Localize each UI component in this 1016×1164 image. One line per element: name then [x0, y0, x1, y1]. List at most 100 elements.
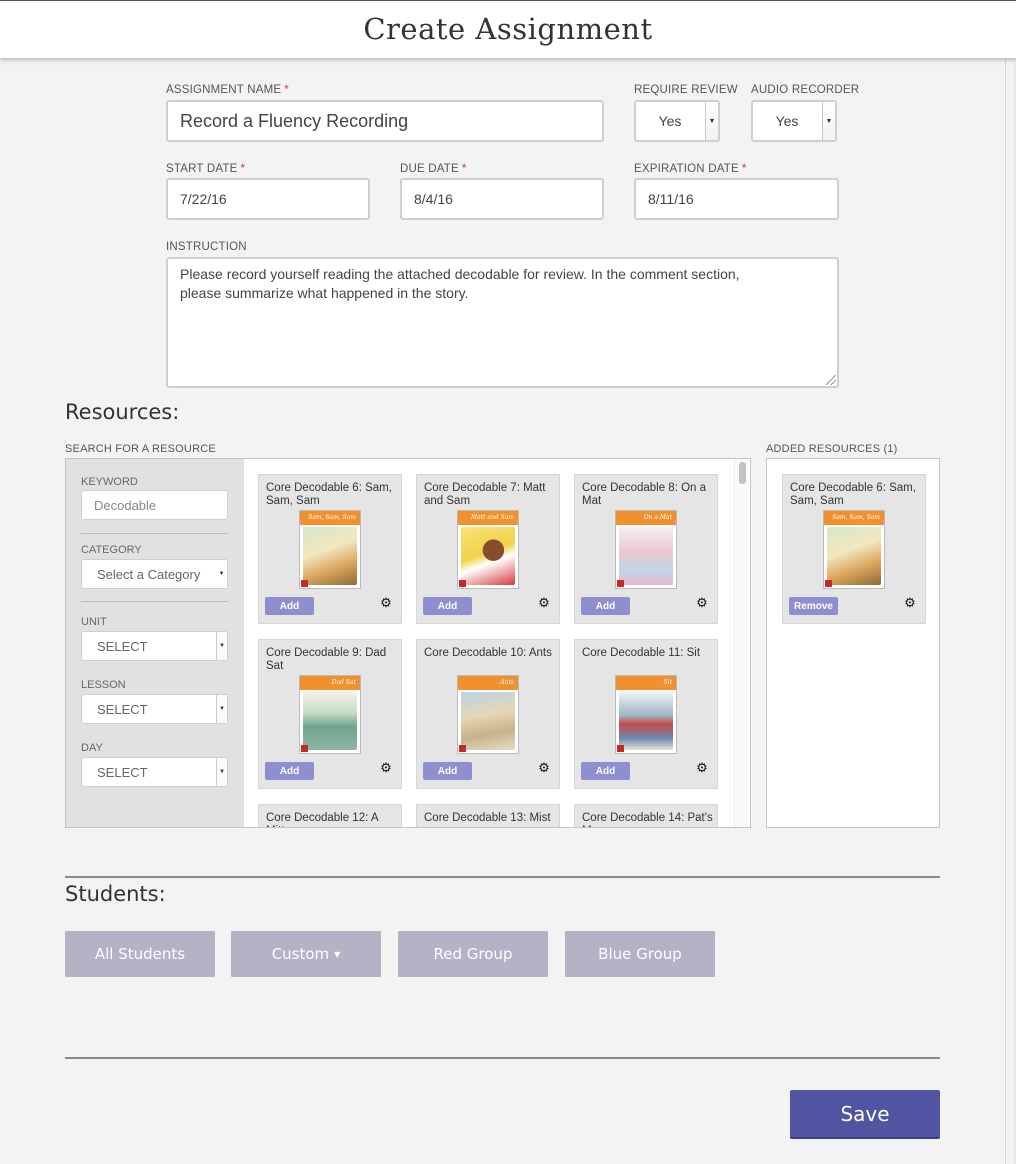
page-title: Create Assignment — [363, 12, 653, 46]
require-review-select[interactable]: Yes ▼ — [634, 100, 720, 142]
chevron-down-icon: ▼ — [216, 632, 227, 660]
add-resource-button[interactable]: Add — [423, 597, 472, 615]
added-resource-card: Core Decodable 6: Sam, Sam, Sam Sam, Sam… — [782, 474, 926, 624]
resource-card-title: Core Decodable 11: Sit — [582, 647, 701, 659]
publisher-logo — [301, 745, 308, 752]
page-header: Create Assignment — [0, 0, 1016, 58]
instruction-label: INSTRUCTION — [166, 241, 247, 253]
filter-divider — [81, 533, 228, 534]
lesson-select[interactable]: SELECT ▼ — [81, 694, 228, 724]
gear-icon[interactable]: ⚙ — [695, 761, 709, 775]
category-select[interactable]: Select a Category ▼ — [81, 559, 228, 589]
unit-label: UNIT — [81, 616, 107, 628]
day-value: SELECT — [97, 764, 148, 780]
resource-card-title: Core Decodable 9: Dad Sat — [266, 647, 387, 672]
search-resource-label: SEARCH FOR A RESOURCE — [65, 443, 216, 455]
resource-card: Core Decodable 14: Pat's Map — [574, 804, 718, 827]
instruction-line: Please record yourself reading the attac… — [180, 266, 740, 282]
gear-icon[interactable]: ⚙ — [537, 596, 551, 610]
audio-recorder-value: Yes — [775, 113, 799, 129]
resource-card-title: Core Decodable 6: Sam, Sam, Sam — [266, 482, 392, 507]
chevron-down-icon: ▼ — [216, 560, 227, 588]
added-resources-panel: Core Decodable 6: Sam, Sam, Sam Sam, Sam… — [766, 458, 940, 828]
unit-select[interactable]: SELECT ▼ — [81, 631, 228, 661]
red-group-label: Red Group — [433, 945, 513, 963]
require-review-value: Yes — [658, 113, 682, 129]
start-date-input[interactable]: 7/22/16 — [166, 178, 370, 220]
book-cover-image: Sam, Sam, Sam — [299, 510, 361, 589]
caret-down-icon: ▼ — [334, 949, 341, 959]
assignment-name-label: ASSIGNMENT NAME * — [166, 84, 289, 96]
add-resource-button[interactable]: Add — [581, 762, 630, 780]
due-date-input[interactable]: 8/4/16 — [400, 178, 604, 220]
resource-card: Core Decodable 10: Ants Ants Add ⚙ — [416, 639, 560, 789]
resource-card: Core Decodable 7: Matt and Sam Matt and … — [416, 474, 560, 624]
all-students-button[interactable]: All Students — [65, 931, 215, 977]
cover-art — [303, 692, 357, 750]
keyword-input[interactable]: Decodable — [81, 490, 228, 520]
gear-icon[interactable]: ⚙ — [903, 596, 917, 610]
add-resource-button[interactable]: Add — [265, 762, 314, 780]
gear-icon[interactable]: ⚙ — [379, 761, 393, 775]
expiration-date-input[interactable]: 8/11/16 — [634, 178, 839, 220]
page-edge-rule — [1005, 58, 1006, 1164]
cover-art — [461, 527, 515, 585]
day-select[interactable]: SELECT ▼ — [81, 757, 228, 787]
publisher-logo — [617, 580, 624, 587]
book-cover-image: Matt and Sam — [457, 510, 519, 589]
cover-art — [619, 527, 673, 585]
resource-results: Core Decodable 6: Sam, Sam, Sam Sam, Sam… — [244, 459, 750, 827]
remove-resource-button[interactable]: Remove — [789, 597, 838, 615]
resources-heading: Resources: — [65, 400, 180, 424]
publisher-logo — [617, 745, 624, 752]
resource-card-title: Core Decodable 8: On a Mat — [582, 482, 707, 507]
red-group-button[interactable]: Red Group — [398, 931, 548, 977]
gear-icon[interactable]: ⚙ — [695, 596, 709, 610]
resize-grip-icon[interactable] — [826, 375, 836, 385]
cover-title: Sam, Sam, Sam — [824, 511, 884, 525]
search-resource-panel: KEYWORD Decodable CATEGORY Select a Cate… — [65, 458, 751, 828]
gear-icon[interactable]: ⚙ — [537, 761, 551, 775]
resource-card: Core Decodable 13: Mist — [416, 804, 560, 827]
instruction-line: please summarize what happened in the st… — [180, 285, 469, 301]
students-heading: Students: — [65, 882, 166, 906]
publisher-logo — [825, 580, 832, 587]
book-cover-image: On a Mat — [615, 510, 677, 589]
resource-card: Core Decodable 12: A Mitt — [258, 804, 402, 827]
resource-card-title: Core Decodable 14: Pat's Map — [582, 812, 713, 827]
save-button[interactable]: Save — [790, 1090, 940, 1139]
resource-card-title: Core Decodable 7: Matt and Sam — [424, 482, 546, 507]
cover-title: Dad Sat — [300, 676, 360, 690]
publisher-logo — [301, 580, 308, 587]
add-resource-button[interactable]: Add — [581, 597, 630, 615]
instruction-textarea[interactable]: Please record yourself reading the attac… — [166, 257, 839, 388]
publisher-logo — [459, 745, 466, 752]
filter-sidebar: KEYWORD Decodable CATEGORY Select a Cate… — [66, 459, 244, 827]
add-resource-button[interactable]: Add — [265, 597, 314, 615]
results-scrollbar[interactable] — [734, 459, 749, 827]
cover-title: Sit — [616, 676, 676, 690]
added-resources-label: ADDED RESOURCES (1) — [766, 443, 898, 455]
lesson-value: SELECT — [97, 701, 148, 717]
book-cover-image: Dad Sat — [299, 675, 361, 754]
section-divider — [65, 1057, 940, 1059]
custom-dropdown-button[interactable]: Custom ▼ — [231, 931, 381, 977]
resource-card-title: Core Decodable 13: Mist — [424, 812, 551, 824]
add-resource-button[interactable]: Add — [423, 762, 472, 780]
cover-title: Sam, Sam, Sam — [300, 511, 360, 525]
chevron-down-icon: ▼ — [705, 102, 718, 140]
resource-card-title: Core Decodable 6: Sam, Sam, Sam — [790, 482, 916, 507]
cover-art — [303, 527, 357, 585]
gear-icon[interactable]: ⚙ — [379, 596, 393, 610]
assignment-name-input[interactable]: Record a Fluency Recording — [166, 100, 604, 142]
book-cover-image: Ants — [457, 675, 519, 754]
cover-title: On a Mat — [616, 511, 676, 525]
scrollbar-thumb[interactable] — [739, 462, 746, 484]
chevron-down-icon: ▼ — [822, 102, 835, 140]
blue-group-button[interactable]: Blue Group — [565, 931, 715, 977]
resource-card-title: Core Decodable 12: A Mitt — [266, 812, 378, 827]
audio-recorder-select[interactable]: Yes ▼ — [751, 100, 837, 142]
resource-card: Core Decodable 9: Dad Sat Dad Sat Add ⚙ — [258, 639, 402, 789]
cover-title: Ants — [458, 676, 518, 690]
cover-title: Matt and Sam — [458, 511, 518, 525]
